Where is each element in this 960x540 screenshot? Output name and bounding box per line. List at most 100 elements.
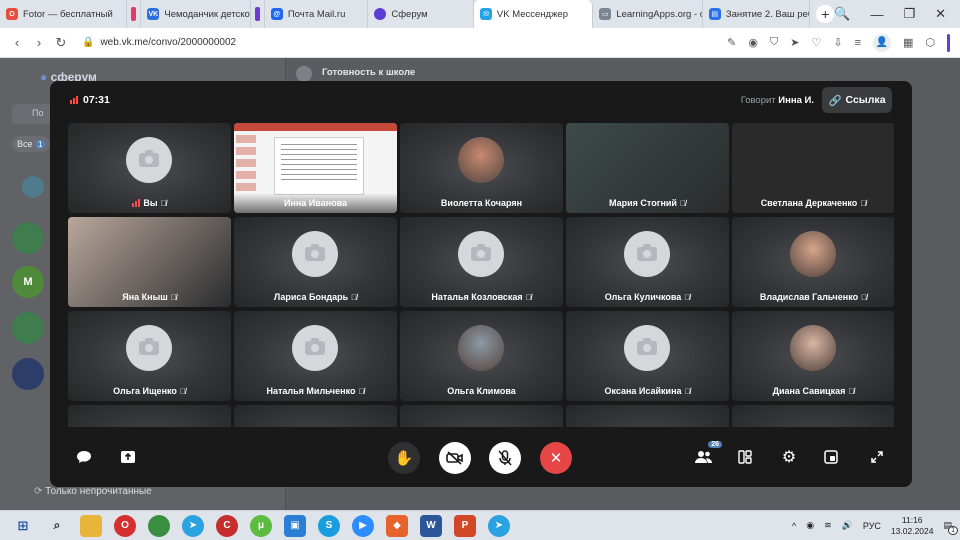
app-icon[interactable]: ▣ bbox=[284, 514, 306, 537]
skype-icon[interactable]: S bbox=[318, 514, 340, 537]
shield-icon[interactable]: ⛉ bbox=[770, 36, 778, 49]
torrent-icon[interactable]: μ bbox=[250, 514, 272, 537]
cube-icon[interactable]: ⬡ bbox=[925, 36, 935, 49]
microphone-off-icon: 🎙̸ bbox=[351, 292, 358, 302]
chat-avatar[interactable] bbox=[12, 358, 44, 390]
telegram-icon[interactable]: ➤ bbox=[182, 514, 204, 537]
unread-only-toggle[interactable]: ⟳ Только непрочитанные bbox=[34, 486, 152, 497]
participant-tile[interactable]: Диана Савицкая 🎙̸ bbox=[732, 311, 894, 401]
tab-zanyatie[interactable]: ▤ Занятие 2. Ваш ребён bbox=[703, 0, 811, 28]
word-icon[interactable]: W bbox=[420, 514, 442, 537]
send-icon[interactable]: ➤ bbox=[790, 36, 799, 49]
clock[interactable]: 11:16 13.02.2024 bbox=[891, 515, 934, 537]
powerpoint-icon[interactable]: P bbox=[454, 514, 476, 537]
participant-tile[interactable] bbox=[566, 405, 729, 427]
search-tabs-icon[interactable]: 🔍 bbox=[834, 6, 850, 22]
chat-avatar[interactable] bbox=[22, 176, 44, 198]
layout-grid-icon[interactable] bbox=[735, 447, 755, 467]
filter-all-chip[interactable]: Все 1 bbox=[12, 136, 50, 152]
participant-name-label: Инна Иванова bbox=[283, 198, 348, 208]
participant-tile[interactable]: Виолетта Кочарян bbox=[400, 123, 563, 213]
zoom-icon[interactable]: ▶ bbox=[352, 514, 374, 537]
participants-icon[interactable]: 26 bbox=[694, 441, 722, 467]
reload-icon[interactable]: ↻ bbox=[50, 35, 72, 51]
chat-avatar[interactable] bbox=[12, 312, 44, 344]
browser-tab-bar: O Fotor — бесплатный VK Чемоданчик детск… bbox=[0, 0, 960, 28]
back-arrow-icon[interactable]: ‹ bbox=[6, 35, 28, 50]
camera-off-placeholder bbox=[624, 231, 670, 277]
participant-tile[interactable]: Оксана Исайкина 🎙̸ bbox=[566, 311, 729, 401]
tab-vk-messenger[interactable]: ✉ VK Мессенджер bbox=[473, 0, 594, 28]
window-controls: 🔍 — ❐ ✕ bbox=[834, 6, 960, 22]
telegram-icon[interactable]: ➤ bbox=[488, 514, 510, 537]
participant-tile[interactable] bbox=[68, 405, 231, 427]
wifi-icon[interactable]: ≋ bbox=[824, 520, 832, 531]
sidebar-toggle[interactable] bbox=[947, 33, 950, 52]
participant-tile[interactable]: Наталья Козловская 🎙̸ bbox=[400, 217, 563, 307]
new-tab-button[interactable]: + bbox=[816, 5, 835, 23]
participant-tile[interactable]: Лариса Бондарь 🎙̸ bbox=[234, 217, 397, 307]
extension-icon[interactable]: ▦ bbox=[903, 36, 913, 49]
url-field[interactable]: 🔒 web.vk.me/convo/2000000002 bbox=[82, 37, 236, 48]
tab-pinned-2[interactable] bbox=[251, 0, 265, 28]
chevron-up-icon[interactable]: ^ bbox=[792, 521, 796, 531]
raise-hand-button[interactable]: ✋ bbox=[388, 442, 420, 474]
close-icon[interactable]: ✕ bbox=[935, 6, 946, 22]
participant-tile[interactable]: Светлана Деркаченко 🎙̸ bbox=[732, 123, 894, 213]
camera-toggle-button[interactable] bbox=[439, 442, 471, 474]
file-explorer-icon[interactable] bbox=[80, 514, 102, 537]
participant-tile[interactable]: Яна Кныш 🎙̸ bbox=[68, 217, 231, 307]
participant-tile[interactable] bbox=[732, 405, 894, 427]
participant-tile[interactable]: Мария Стогний 🎙̸ bbox=[566, 123, 729, 213]
app-icon[interactable]: ◆ bbox=[386, 514, 408, 537]
windows-taskbar: ⊞ ⌕ O ➤ C μ ▣ S ▶ ◆ W P ➤ ^ ◉ ≋ 🔊 РУС 11… bbox=[0, 510, 960, 540]
participant-tile[interactable]: Ольга Климова bbox=[400, 311, 563, 401]
participant-tile[interactable]: Наталья Мильченко 🎙̸ bbox=[234, 311, 397, 401]
tab-mail[interactable]: @ Почта Mail.ru bbox=[265, 0, 369, 28]
gear-icon[interactable]: ⚙ bbox=[779, 447, 799, 467]
tab-chemodanchik[interactable]: VK Чемоданчик детского bbox=[141, 0, 251, 28]
tab-fotor[interactable]: O Fotor — бесплатный bbox=[0, 0, 128, 28]
download-icon[interactable]: ⇩ bbox=[833, 36, 842, 49]
maximize-icon[interactable]: ❐ bbox=[903, 6, 915, 22]
chat-avatar[interactable]: M bbox=[12, 266, 44, 298]
windows-start-icon[interactable]: ⊞ bbox=[12, 515, 34, 537]
opera-icon[interactable]: O bbox=[114, 514, 136, 537]
tab-pinned-1[interactable] bbox=[127, 0, 142, 28]
camera-snapshot-icon[interactable]: ◉ bbox=[748, 36, 758, 49]
participant-tile[interactable]: Инна Иванова bbox=[234, 123, 397, 213]
chrome-icon[interactable] bbox=[148, 514, 170, 537]
minimize-icon[interactable]: — bbox=[870, 7, 883, 22]
share-screen-icon[interactable] bbox=[118, 447, 138, 467]
camera-off-placeholder bbox=[126, 137, 172, 183]
tab-learningapps[interactable]: ▭ LearningApps.org - со bbox=[593, 0, 703, 28]
menu-icon[interactable]: ≡ bbox=[855, 37, 861, 49]
microphone-off-icon: 🎙̸ bbox=[358, 386, 365, 396]
picture-in-picture-icon[interactable] bbox=[821, 447, 841, 467]
heart-icon[interactable]: ♡ bbox=[811, 36, 821, 49]
profile-icon[interactable]: 👤 bbox=[872, 33, 891, 52]
language-indicator[interactable]: РУС bbox=[863, 521, 881, 531]
participant-tile[interactable]: Вы 🎙̸ bbox=[68, 123, 231, 213]
volume-icon[interactable]: 🔊 bbox=[842, 520, 853, 531]
participant-tile[interactable]: Ольга Ищенко 🎙̸ bbox=[68, 311, 231, 401]
network-icon[interactable]: ◉ bbox=[806, 520, 814, 531]
app-icon[interactable]: C bbox=[216, 514, 238, 537]
participant-tile[interactable] bbox=[400, 405, 563, 427]
participant-tile[interactable]: Владислав Гальченко 🎙̸ bbox=[732, 217, 894, 307]
lock-icon: 🔒 bbox=[82, 37, 95, 48]
forward-arrow-icon[interactable]: › bbox=[28, 35, 50, 50]
notifications-icon[interactable]: ▤ 1 bbox=[943, 520, 958, 535]
participant-tile[interactable] bbox=[234, 405, 397, 427]
edit-icon[interactable]: ✎ bbox=[727, 36, 736, 49]
search-icon[interactable]: ⌕ bbox=[46, 515, 68, 537]
chat-bubble-icon[interactable] bbox=[74, 447, 94, 467]
tab-sferum[interactable]: Сферум bbox=[368, 0, 474, 28]
participant-name-label: Ольга Ищенко bbox=[113, 386, 177, 396]
copy-link-button[interactable]: 🔗 Ссылка bbox=[822, 87, 892, 113]
chat-avatar[interactable] bbox=[12, 222, 44, 254]
microphone-toggle-button[interactable] bbox=[489, 442, 521, 474]
participant-tile[interactable]: Ольга Куличкова 🎙̸ bbox=[566, 217, 729, 307]
end-call-button[interactable]: ✕ bbox=[540, 442, 572, 474]
fullscreen-icon[interactable] bbox=[867, 447, 887, 467]
